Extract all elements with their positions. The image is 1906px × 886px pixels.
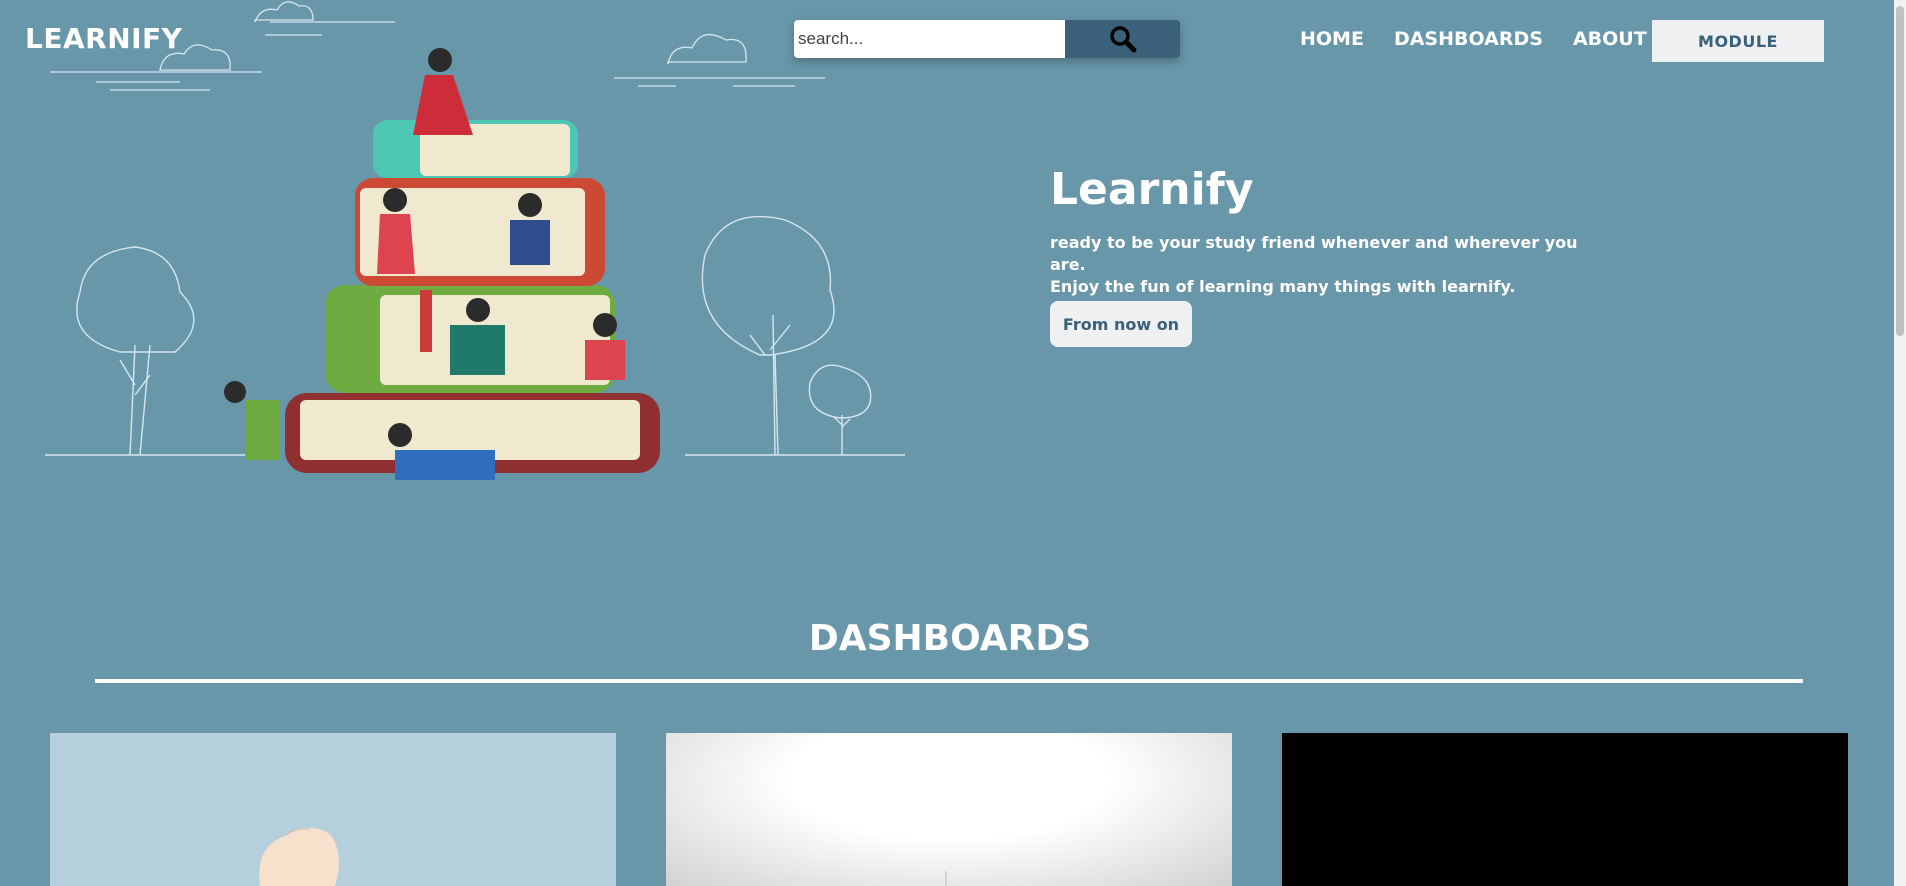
books-stack <box>285 120 660 473</box>
module-button[interactable]: MODULE <box>1652 20 1824 62</box>
main-nav: HOME DASHBOARDS ABOUT <box>1300 28 1677 50</box>
dashboard-card[interactable] <box>666 733 1232 886</box>
hero-line-2: Enjoy the fun of learning many things wi… <box>1050 277 1516 296</box>
dashboard-card[interactable] <box>50 733 616 886</box>
nav-home[interactable]: HOME <box>1300 28 1364 50</box>
hero-description: ready to be your study friend whenever a… <box>1050 232 1610 298</box>
search-button[interactable] <box>1065 20 1180 58</box>
card-illustration <box>259 827 339 886</box>
scrollbar-thumb[interactable] <box>1896 6 1904 336</box>
nav-dashboards[interactable]: DASHBOARDS <box>1394 28 1543 50</box>
hero-line-1: ready to be your study friend whenever a… <box>1050 233 1578 274</box>
scrollbar[interactable] <box>1894 0 1906 886</box>
dashboards-heading: DASHBOARDS <box>808 618 1092 659</box>
hero-illustration <box>45 1 905 480</box>
section-divider <box>95 679 1803 683</box>
search-icon <box>1109 26 1136 53</box>
dashboard-card[interactable] <box>1282 733 1848 886</box>
card-illustration <box>945 871 947 886</box>
from-now-on-button[interactable]: From now on <box>1050 301 1192 347</box>
nav-about[interactable]: ABOUT <box>1573 28 1647 50</box>
hero-title: Learnify <box>1050 164 1254 215</box>
